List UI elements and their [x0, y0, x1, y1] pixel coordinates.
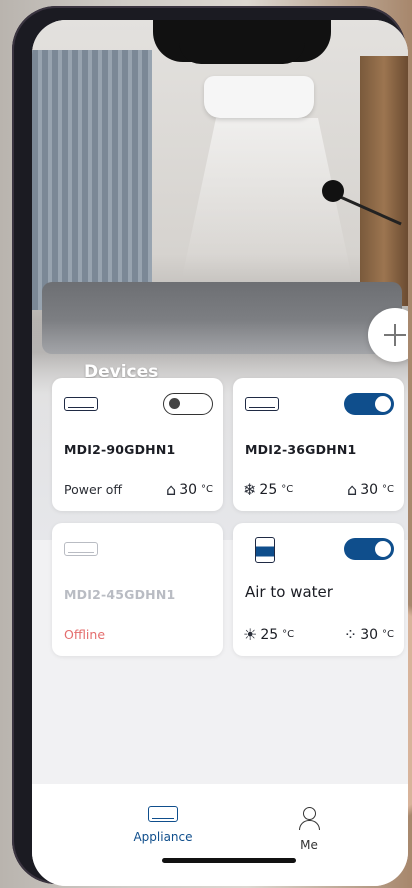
- bottom-tab-bar: Appliance Me: [32, 784, 408, 886]
- tab-label: Me: [300, 838, 318, 852]
- indoor-temp-value: 30: [360, 481, 379, 498]
- temp-unit: °C: [382, 629, 394, 640]
- heat-temp-reading: ☀ 25 °C: [243, 625, 294, 644]
- temp-unit: °C: [382, 484, 394, 495]
- set-temp-reading: ❄ 25 °C: [243, 480, 293, 499]
- air-conditioner-icon: [64, 542, 98, 556]
- sun-icon: ☀: [243, 625, 258, 644]
- water-drops-icon: ⁘: [343, 625, 358, 644]
- air-conditioner-icon: [64, 397, 98, 411]
- device-name: Air to water: [245, 583, 333, 601]
- window-blinds: [32, 50, 152, 310]
- wood-panel: [360, 56, 408, 306]
- tab-label: Appliance: [133, 830, 193, 844]
- power-toggle[interactable]: [344, 393, 394, 415]
- temp-unit: °C: [201, 484, 213, 495]
- person-icon: [297, 806, 321, 830]
- device-model: MDI2-45GDHN1: [64, 587, 176, 602]
- lamp-head: [322, 180, 344, 202]
- device-status: Power off: [64, 482, 123, 497]
- temp-unit: °C: [281, 484, 294, 495]
- phone-frame: Devices MDI2-90GDHN1 Power off ⌂ 30 °C MD…: [12, 6, 408, 886]
- device-model: MDI2-36GDHN1: [245, 442, 357, 457]
- air-conditioner-icon: [245, 397, 279, 411]
- home-icon: ⌂: [166, 480, 177, 499]
- home-indicator[interactable]: [162, 858, 296, 863]
- home-icon: ⌂: [347, 480, 358, 499]
- water-temp-reading: ⁘ 30 °C: [344, 625, 394, 644]
- tab-me[interactable]: Me: [264, 806, 354, 852]
- temp-unit: °C: [282, 629, 295, 640]
- device-card-3[interactable]: MDI2-45GDHN1 Offline: [52, 523, 223, 656]
- power-toggle[interactable]: [163, 393, 213, 415]
- device-status: Offline: [64, 627, 106, 642]
- camera-notch: [179, 20, 305, 64]
- tab-appliance[interactable]: Appliance: [118, 806, 208, 844]
- indoor-temp-value: 30: [179, 481, 198, 498]
- appliance-icon: [148, 806, 178, 822]
- water-temp-value: 30: [360, 626, 379, 643]
- air-conditioner-image: [204, 76, 314, 118]
- app-screen: Devices MDI2-90GDHN1 Power off ⌂ 30 °C MD…: [32, 20, 408, 886]
- device-card-2[interactable]: MDI2-36GDHN1 ❄ 25 °C ⌂ 30 °C: [233, 378, 404, 511]
- indoor-temp-reading: ⌂ 30 °C: [166, 480, 213, 499]
- snowflake-icon: ❄: [243, 480, 257, 499]
- indoor-temp-reading: ⌂ 30 °C: [347, 480, 394, 499]
- set-temp-value: 25: [259, 481, 278, 498]
- heat-temp-value: 25: [260, 626, 279, 643]
- power-toggle[interactable]: [344, 538, 394, 560]
- device-card-1[interactable]: MDI2-90GDHN1 Power off ⌂ 30 °C: [52, 378, 223, 511]
- device-card-4[interactable]: Air to water ☀ 25 °C ⁘ 30 °C: [233, 523, 404, 656]
- water-heater-icon: [255, 537, 275, 563]
- device-model: MDI2-90GDHN1: [64, 442, 176, 457]
